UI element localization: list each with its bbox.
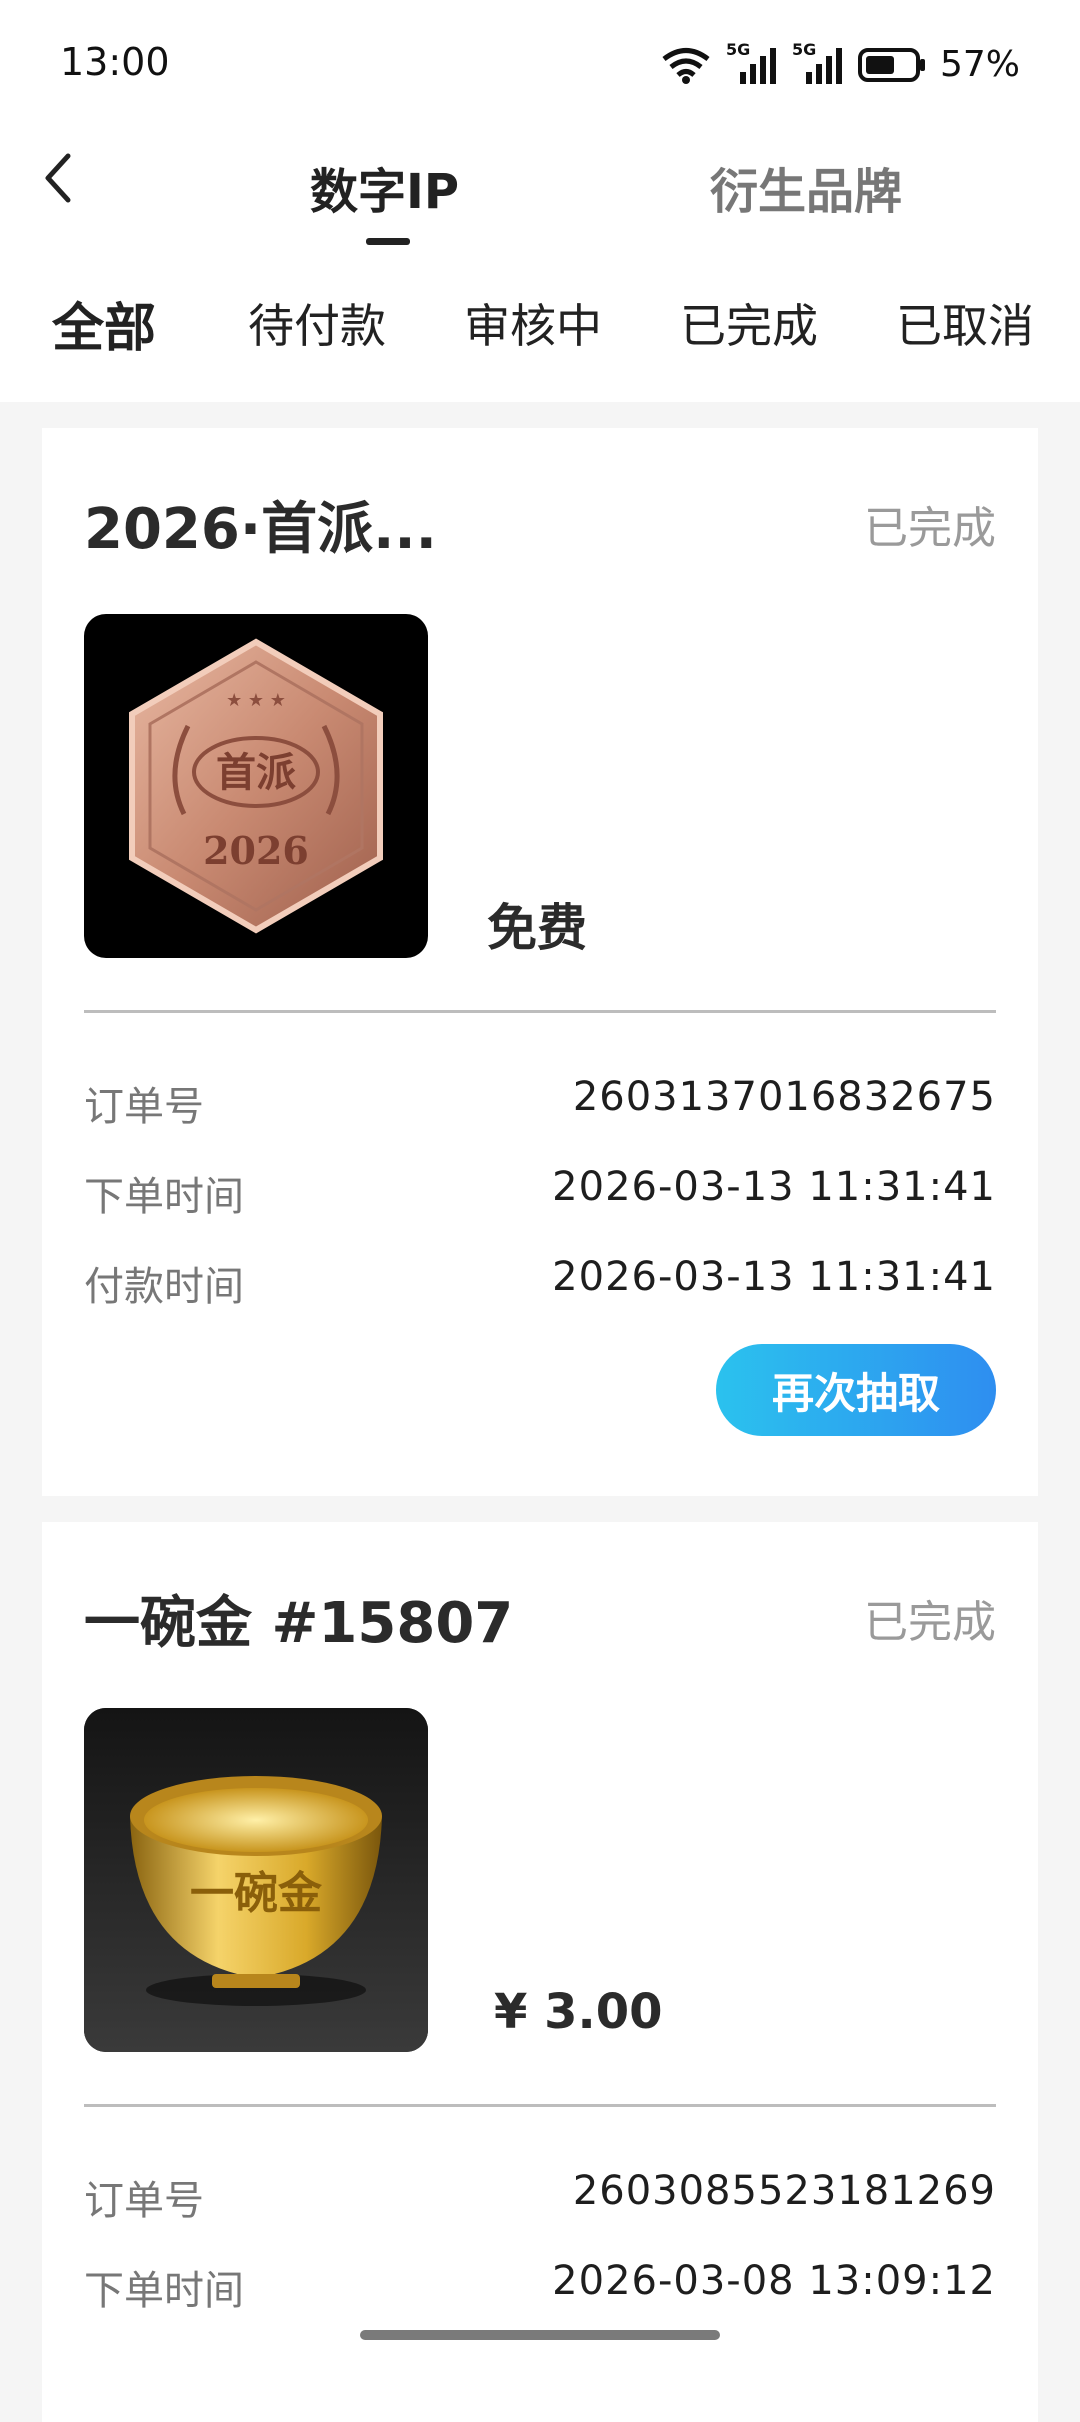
home-indicator-bar[interactable] <box>360 2330 720 2340</box>
pay-time-label: 付款时间 <box>84 1264 244 1310</box>
tab-derivative-brand[interactable]: 衍生品牌 <box>710 152 902 222</box>
order-time-value: 2026-03-08 13:09:12 <box>552 2258 996 2304</box>
order-no-value: 2603085523181269 <box>572 2168 996 2214</box>
order-filter-tabs: 全部 待付款 审核中 已完成 已取消 <box>0 290 1080 360</box>
active-tab-indicator <box>366 238 410 245</box>
card-divider <box>84 1010 996 1013</box>
medal-label: 首派 <box>216 749 296 796</box>
order-status: 已完成 <box>864 1597 996 1648</box>
filter-tab-cancelled[interactable]: 已取消 <box>896 290 1034 356</box>
order-card[interactable]: 2026·首派... 已完成 首派 2026 ★ ★ ★ 免费 订单号 2603… <box>42 428 1038 1496</box>
status-icons: 5G 5G 57% <box>660 40 1020 85</box>
back-chevron-icon[interactable] <box>38 150 78 206</box>
filter-tab-all[interactable]: 全部 <box>52 286 156 361</box>
bowl-label: 一碗金 <box>190 1868 323 1919</box>
filter-tab-completed[interactable]: 已完成 <box>680 290 818 356</box>
order-item-image: 一碗金 <box>84 1708 428 2052</box>
order-title: 一碗金 #15807 <box>84 1591 514 1656</box>
order-status: 已完成 <box>864 503 996 554</box>
signal-5g-icon: 5G <box>726 40 778 84</box>
order-price-value: ¥ 3.00 <box>494 1984 663 2040</box>
medal-badge-image: 首派 2026 ★ ★ ★ <box>129 638 383 934</box>
battery-icon <box>857 47 925 82</box>
order-time-label: 下单时间 <box>84 1174 244 1220</box>
status-time: 13:00 <box>60 40 170 84</box>
gold-bowl-image: 一碗金 <box>84 1708 428 2052</box>
wifi-icon <box>662 47 710 84</box>
order-time-label: 下单时间 <box>84 2268 244 2314</box>
battery-percent: 57% <box>939 44 1020 85</box>
pay-time-value: 2026-03-13 11:31:41 <box>552 1254 996 1300</box>
filter-tab-under-review[interactable]: 审核中 <box>464 290 602 356</box>
order-title: 2026·首派... <box>84 497 437 562</box>
card-divider <box>84 2104 996 2107</box>
order-no-label: 订单号 <box>84 1084 204 1130</box>
signal-5g-icon: 5G <box>792 40 844 84</box>
top-header-area: 13:00 5G 5G 57% 数字IP 衍生品牌 全部 待付款 审核中 已完成… <box>0 0 1080 402</box>
star-decoration-icon: ★ ★ ★ <box>226 690 286 711</box>
order-item-image: 首派 2026 ★ ★ ★ <box>84 614 428 958</box>
order-no-label: 订单号 <box>84 2178 204 2224</box>
order-time-value: 2026-03-13 11:31:41 <box>552 1164 996 1210</box>
order-card[interactable]: 一碗金 #15807 已完成 一碗金 ¥ 3.00 订单号 2603085523… <box>42 1522 1038 2422</box>
status-bar: 13:00 5G 5G 57% <box>0 0 1080 130</box>
order-no-value: 2603137016832675 <box>572 1074 996 1120</box>
tab-digital-ip[interactable]: 数字IP <box>310 152 459 222</box>
medal-year: 2026 <box>203 828 309 873</box>
filter-tab-pending-payment[interactable]: 待付款 <box>248 290 386 356</box>
redraw-button[interactable]: 再次抽取 <box>716 1344 996 1436</box>
order-price-value: 免费 <box>487 899 587 957</box>
